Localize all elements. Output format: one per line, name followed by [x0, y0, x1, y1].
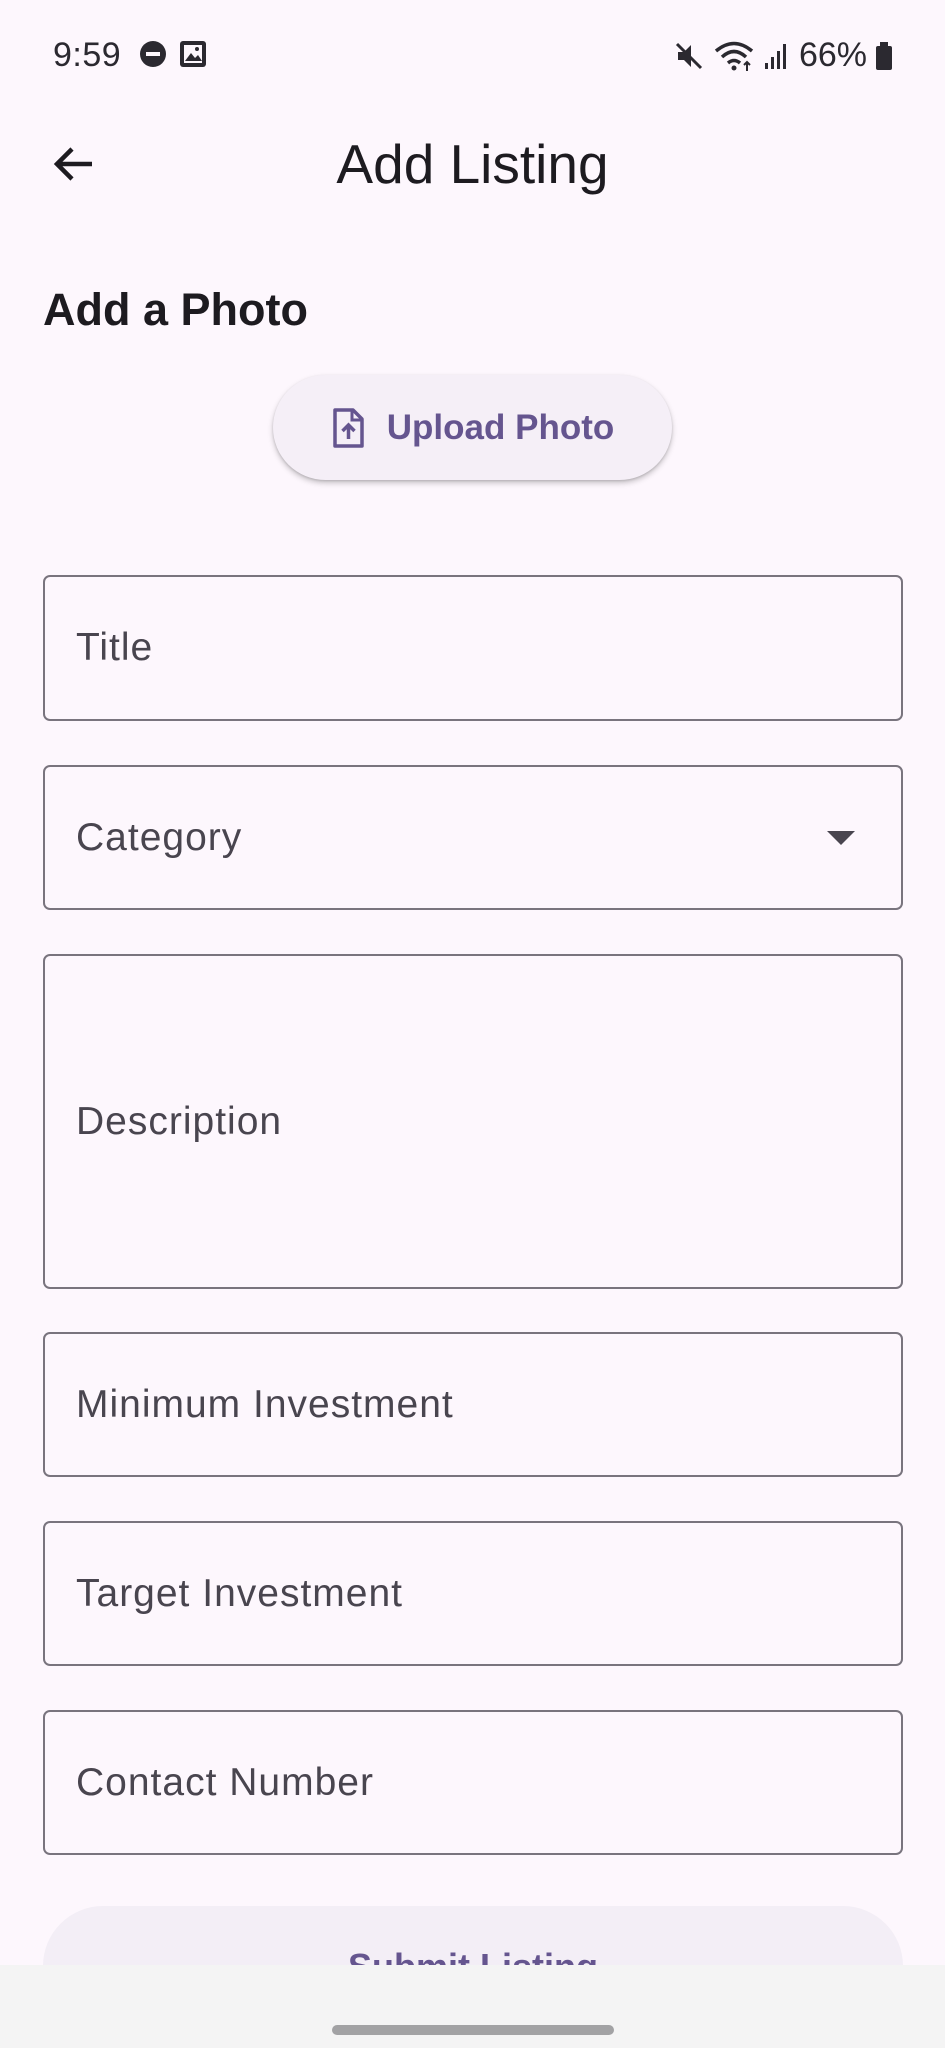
dropdown-arrow-icon — [827, 830, 855, 845]
gesture-handle[interactable] — [332, 2025, 614, 2035]
upload-photo-button[interactable]: Upload Photo — [273, 375, 672, 480]
page-title: Add Listing — [336, 133, 609, 195]
system-navigation-bar — [0, 1965, 945, 2048]
category-field-label: Category — [76, 815, 243, 859]
mute-icon — [673, 40, 705, 72]
battery-icon — [875, 41, 893, 71]
minimum-investment-field[interactable]: Minimum Investment — [43, 1332, 903, 1477]
title-field[interactable]: Title — [43, 575, 903, 721]
status-left-icons — [138, 39, 208, 69]
title-field-label: Title — [76, 626, 154, 669]
wifi-icon — [713, 40, 755, 72]
upload-photo-label: Upload Photo — [386, 407, 615, 447]
category-dropdown[interactable]: Category — [43, 765, 903, 910]
battery-percentage: 66% — [798, 36, 867, 74]
target-investment-label: Target Investment — [76, 1571, 403, 1615]
signal-icon — [763, 41, 791, 71]
contact-number-field[interactable]: Contact Number — [43, 1710, 903, 1855]
description-field[interactable]: Description — [43, 954, 903, 1289]
target-investment-field[interactable]: Target Investment — [43, 1521, 903, 1666]
status-bar: 9:59 66% — [0, 0, 945, 110]
gallery-icon — [178, 39, 208, 69]
status-right-icons: 66% — [673, 36, 893, 75]
minimum-investment-label: Minimum Investment — [76, 1382, 454, 1426]
contact-number-label: Contact Number — [76, 1760, 374, 1804]
file-upload-icon — [331, 407, 365, 448]
do-not-disturb-icon — [138, 39, 168, 69]
add-photo-heading: Add a Photo — [43, 284, 308, 335]
app-bar: Add Listing — [0, 110, 945, 210]
status-time: 9:59 — [53, 36, 122, 74]
description-field-label: Description — [76, 1099, 283, 1143]
add-listing-screen: 9:59 66% Add Listing Add a Photo Upload … — [0, 0, 945, 2048]
